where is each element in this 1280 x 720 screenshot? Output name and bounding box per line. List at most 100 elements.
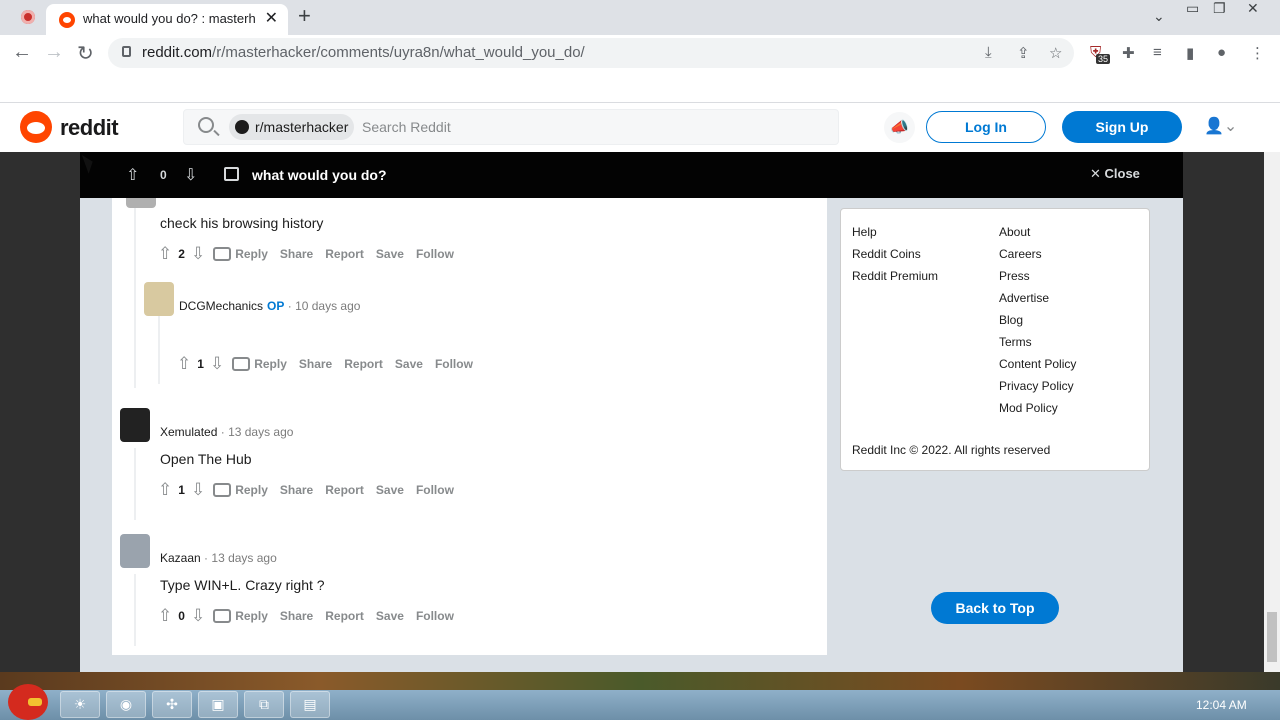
install-icon[interactable]: ⤓	[985, 44, 992, 61]
footer-link-content-policy[interactable]: Content Policy	[999, 357, 1076, 371]
report-button[interactable]: Report	[325, 247, 364, 261]
downvote-icon[interactable]: ⇩	[191, 480, 205, 500]
upvote-icon[interactable]: ⇧	[158, 606, 172, 626]
footer-link-press[interactable]: Press	[999, 269, 1030, 283]
address-bar[interactable]: reddit.com/r/masterhacker/comments/uyra8…	[108, 38, 1074, 68]
reply-icon	[213, 483, 232, 497]
comment-author-line: Xemulated · 13 days ago	[160, 425, 294, 439]
footer-link-mod-policy[interactable]: Mod Policy	[999, 401, 1058, 415]
reddit-wordmark[interactable]: reddit	[60, 115, 119, 141]
reply-button[interactable]: Reply	[235, 247, 268, 261]
thread-line	[134, 198, 136, 388]
comment-author-line: DCGMechanics OP · 10 days ago	[179, 299, 361, 313]
login-button[interactable]: Log In	[926, 111, 1046, 143]
taskbar-notepad-icon[interactable]: ▤	[290, 691, 330, 718]
footer-link-help[interactable]: Help	[852, 225, 877, 239]
comment-timestamp[interactable]: 13 days ago	[228, 425, 293, 439]
advertise-megaphone-icon[interactable]: 📣	[884, 112, 915, 143]
tab-close-icon[interactable]: ✕	[265, 8, 278, 28]
comment-author[interactable]: Xemulated	[160, 425, 217, 439]
taskbar-network-icon[interactable]: ⧉	[244, 691, 284, 718]
avatar[interactable]	[126, 198, 156, 208]
save-button[interactable]: Save	[395, 357, 423, 371]
avatar[interactable]	[144, 282, 174, 316]
comment-timestamp[interactable]: 13 days ago	[211, 551, 276, 565]
op-badge: OP	[267, 299, 285, 313]
reply-button[interactable]: Reply	[235, 609, 268, 623]
follow-button[interactable]: Follow	[416, 247, 454, 261]
report-button[interactable]: Report	[325, 609, 364, 623]
back-to-top-button[interactable]: Back to Top	[931, 592, 1059, 624]
bookmark-star-icon[interactable]: ☆	[1049, 44, 1062, 62]
new-tab-icon[interactable]: +	[298, 3, 311, 29]
back-icon[interactable]: ←	[12, 41, 32, 64]
reload-icon[interactable]: ↻	[77, 41, 94, 66]
menu-dots-icon[interactable]: ⋮	[1250, 44, 1265, 62]
search-placeholder[interactable]: Search Reddit	[362, 119, 451, 135]
footer-link-about[interactable]: About	[999, 225, 1030, 239]
share-button[interactable]: Share	[299, 357, 332, 371]
footer-link-blog[interactable]: Blog	[999, 313, 1023, 327]
taskbar-7zip-icon[interactable]: ▣	[198, 691, 238, 718]
reply-button[interactable]: Reply	[254, 357, 287, 371]
restore-icon[interactable]: ❐	[1213, 0, 1226, 17]
extensions-puzzle-icon[interactable]: ✚	[1122, 44, 1135, 62]
downvote-icon[interactable]: ⇩	[191, 606, 205, 626]
browser-tab[interactable]: what would you do? : masterh ✕	[46, 4, 288, 35]
comment-actions: ⇧ 1 ⇩ Reply Share Report Save Follow	[177, 354, 473, 378]
footer-link-coins[interactable]: Reddit Coins	[852, 247, 921, 261]
comment-author[interactable]: DCGMechanics	[179, 299, 263, 313]
avatar[interactable]	[120, 534, 150, 568]
post-upvote-icon[interactable]: ⇧	[126, 165, 139, 185]
report-button[interactable]: Report	[325, 483, 364, 497]
taskbar-folder-icon[interactable]: ☀	[60, 691, 100, 718]
footer-link-careers[interactable]: Careers	[999, 247, 1042, 261]
footer-link-terms[interactable]: Terms	[999, 335, 1032, 349]
taskbar-app-icon[interactable]: ✣	[152, 691, 192, 718]
save-button[interactable]: Save	[376, 247, 404, 261]
close-button[interactable]: ✕ Close	[1090, 166, 1140, 182]
footer-link-privacy-policy[interactable]: Privacy Policy	[999, 379, 1074, 393]
reply-button[interactable]: Reply	[235, 483, 268, 497]
save-button[interactable]: Save	[376, 609, 404, 623]
reddit-logo-icon[interactable]	[20, 111, 52, 143]
window-close-icon[interactable]: ✕	[1247, 0, 1259, 17]
search-bar[interactable]: r/masterhacker Search Reddit	[183, 109, 839, 145]
save-button[interactable]: Save	[376, 483, 404, 497]
upvote-icon[interactable]: ⇧	[158, 244, 172, 264]
share-button[interactable]: Share	[280, 609, 313, 623]
report-button[interactable]: Report	[344, 357, 383, 371]
tab-search-icon[interactable]: ⌄	[1153, 8, 1165, 25]
scrollbar-thumb[interactable]	[1267, 612, 1277, 662]
minimize-icon[interactable]: ▭	[1186, 0, 1199, 17]
follow-button[interactable]: Follow	[435, 357, 473, 371]
comment-author[interactable]: Kazaan	[160, 551, 201, 565]
share-page-icon[interactable]: ⇪	[1017, 44, 1030, 62]
media-control-icon[interactable]: ≡	[1153, 44, 1162, 61]
follow-button[interactable]: Follow	[416, 483, 454, 497]
start-button-icon[interactable]	[8, 684, 48, 720]
share-button[interactable]: Share	[280, 483, 313, 497]
signup-button[interactable]: Sign Up	[1062, 111, 1182, 143]
side-panel-icon[interactable]: ▮	[1186, 44, 1194, 62]
comment-timestamp[interactable]: 10 days ago	[295, 299, 360, 313]
follow-button[interactable]: Follow	[416, 609, 454, 623]
footer-link-advertise[interactable]: Advertise	[999, 291, 1049, 305]
avatar[interactable]	[120, 408, 150, 442]
user-menu-icon[interactable]: 👤⌄	[1204, 116, 1237, 136]
downvote-icon[interactable]: ⇩	[191, 244, 205, 264]
post-downvote-icon[interactable]: ⇩	[184, 165, 197, 185]
taskbar-chrome-icon[interactable]: ◉	[106, 691, 146, 718]
upvote-icon[interactable]: ⇧	[177, 354, 191, 374]
subreddit-chip[interactable]: r/masterhacker	[229, 114, 355, 140]
taskbar-clock[interactable]: 12:04 AM	[1196, 698, 1247, 712]
downvote-icon[interactable]: ⇩	[210, 354, 224, 374]
footer-link-premium[interactable]: Reddit Premium	[852, 269, 938, 283]
forward-icon[interactable]: →	[44, 41, 64, 64]
page-scrollbar[interactable]	[1264, 152, 1280, 672]
profile-icon[interactable]: ●	[1217, 44, 1226, 61]
share-button[interactable]: Share	[280, 247, 313, 261]
comment-text: Type WIN+L. Crazy right ?	[160, 577, 325, 593]
search-icon	[198, 117, 214, 133]
upvote-icon[interactable]: ⇧	[158, 480, 172, 500]
